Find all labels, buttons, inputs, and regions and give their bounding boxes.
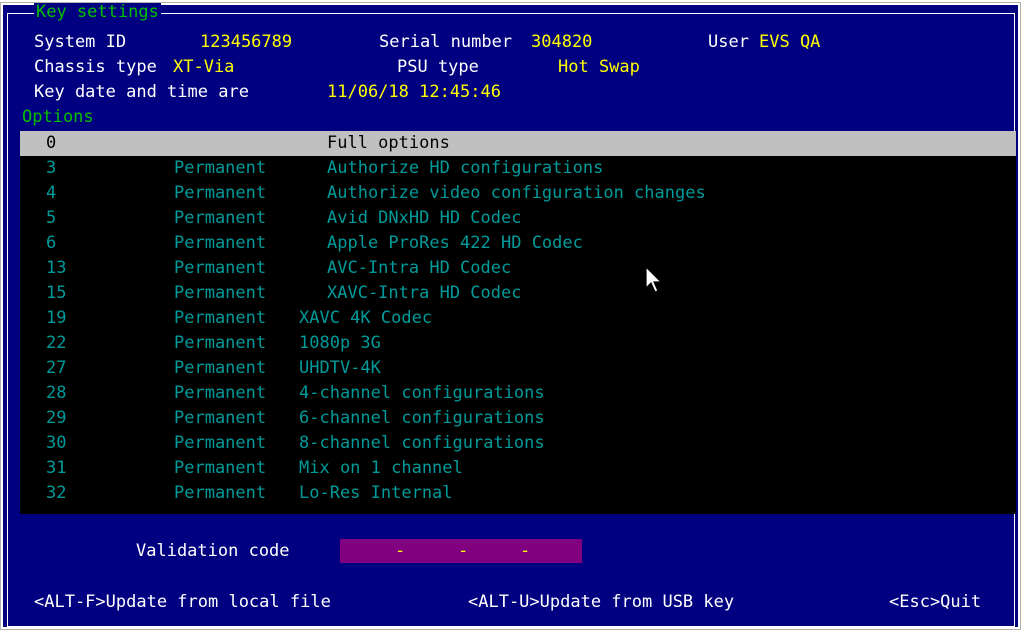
key-date-label: Key date and time are bbox=[34, 82, 249, 102]
option-name: XAVC-Intra HD Codec bbox=[327, 283, 522, 303]
options-legend: Options bbox=[20, 107, 96, 127]
validation-code-label: Validation code bbox=[136, 541, 290, 561]
option-number: 28 bbox=[46, 383, 67, 403]
option-row[interactable]: 22 Permanent 1080p 3G bbox=[20, 331, 1016, 356]
chassis-type-label: Chassis type bbox=[34, 57, 157, 77]
option-name: UHDTV-4K bbox=[299, 358, 381, 378]
option-number: 5 bbox=[46, 208, 57, 228]
option-number: 32 bbox=[46, 483, 67, 503]
system-id-label: System ID bbox=[34, 32, 127, 52]
option-row[interactable]: 13 Permanent AVC-Intra HD Codec bbox=[20, 256, 1016, 281]
option-number: 27 bbox=[46, 358, 67, 378]
options-list[interactable]: 0 Full options 3 Permanent Authorize HD conf… bbox=[20, 131, 1016, 514]
option-row[interactable]: 32 Permanent Lo-Res Internal bbox=[20, 481, 1016, 506]
option-number: 31 bbox=[46, 458, 67, 478]
option-name: Full options bbox=[327, 133, 450, 153]
option-name: 8-channel configurations bbox=[299, 433, 545, 453]
option-status: Permanent bbox=[174, 208, 267, 228]
option-status: Permanent bbox=[174, 483, 267, 503]
option-row[interactable]: 5 Permanent Avid DNxHD HD Codec bbox=[20, 206, 1016, 231]
validation-code-input[interactable]: - - - bbox=[340, 539, 582, 563]
option-number: 30 bbox=[46, 433, 67, 453]
option-status: Permanent bbox=[174, 358, 267, 378]
update-from-file-hotkey[interactable]: <ALT-F>Update from local file bbox=[34, 590, 331, 614]
option-number: 0 bbox=[46, 133, 57, 153]
option-status: Permanent bbox=[174, 458, 267, 478]
option-row[interactable]: 3 Permanent Authorize HD configurations bbox=[20, 156, 1016, 181]
option-number: 6 bbox=[46, 233, 57, 253]
option-status: Permanent bbox=[174, 283, 267, 303]
mouse-pointer-icon bbox=[645, 266, 663, 293]
option-name: Mix on 1 channel bbox=[299, 458, 463, 478]
option-status: Permanent bbox=[174, 383, 267, 403]
validation-dash: - bbox=[458, 541, 469, 561]
option-row[interactable]: 29 Permanent 6-channel configurations bbox=[20, 406, 1016, 431]
option-row[interactable]: 0 Full options bbox=[20, 131, 1016, 156]
option-name: 1080p 3G bbox=[299, 333, 381, 353]
option-status: Permanent bbox=[174, 258, 267, 278]
option-status: Permanent bbox=[174, 433, 267, 453]
option-number: 4 bbox=[46, 183, 57, 203]
option-status: Permanent bbox=[174, 233, 267, 253]
option-name: 4-channel configurations bbox=[299, 383, 545, 403]
option-row[interactable]: 19 Permanent XAVC 4K Codec bbox=[20, 306, 1016, 331]
serial-number-label: Serial number bbox=[379, 32, 513, 52]
key-settings-legend: Key settings bbox=[34, 2, 161, 22]
quit-hotkey[interactable]: <Esc>Quit bbox=[889, 590, 981, 614]
serial-number-value: 304820 bbox=[531, 32, 593, 52]
option-status: Permanent bbox=[174, 308, 267, 328]
option-name: Lo-Res Internal bbox=[299, 483, 453, 503]
option-status: Permanent bbox=[174, 408, 267, 428]
option-row[interactable]: 30 Permanent 8-channel configurations bbox=[20, 431, 1016, 456]
option-row[interactable]: 4 Permanent Authorize video configuration … bbox=[20, 181, 1016, 206]
option-number: 3 bbox=[46, 158, 57, 178]
option-row[interactable]: 28 Permanent 4-channel configurations bbox=[20, 381, 1016, 406]
option-row[interactable]: 31 Permanent Mix on 1 channel bbox=[20, 456, 1016, 481]
option-status: Permanent bbox=[174, 183, 267, 203]
option-name: Authorize HD configurations bbox=[327, 158, 604, 178]
option-number: 15 bbox=[46, 283, 67, 303]
option-name: Apple ProRes 422 HD Codec bbox=[327, 233, 583, 253]
option-name: XAVC 4K Codec bbox=[299, 308, 433, 328]
option-row[interactable]: 6 Permanent Apple ProRes 422 HD Codec bbox=[20, 231, 1016, 256]
system-id-value: 123456789 bbox=[200, 32, 293, 52]
option-name: Avid DNxHD HD Codec bbox=[327, 208, 522, 228]
user-label: User bbox=[708, 32, 749, 52]
psu-type-value: Hot Swap bbox=[558, 57, 640, 77]
option-row[interactable]: 15 Permanent XAVC-Intra HD Codec bbox=[20, 281, 1016, 306]
chassis-type-value: XT-Via bbox=[173, 57, 235, 77]
option-name: Authorize video configuration changes bbox=[327, 183, 706, 203]
option-number: 19 bbox=[46, 308, 67, 328]
option-status: Permanent bbox=[174, 333, 267, 353]
option-status: Permanent bbox=[174, 158, 267, 178]
validation-dash: - bbox=[395, 541, 406, 561]
validation-dash: - bbox=[520, 541, 531, 561]
option-name: AVC-Intra HD Codec bbox=[327, 258, 512, 278]
option-number: 13 bbox=[46, 258, 67, 278]
option-number: 22 bbox=[46, 333, 67, 353]
update-from-usb-hotkey[interactable]: <ALT-U>Update from USB key bbox=[468, 590, 734, 614]
option-row[interactable]: 27 Permanent UHDTV-4K bbox=[20, 356, 1016, 381]
key-date-value: 11/06/18 12:45:46 bbox=[327, 82, 501, 102]
psu-type-label: PSU type bbox=[397, 57, 479, 77]
user-value: EVS QA bbox=[759, 32, 821, 52]
option-name: 6-channel configurations bbox=[299, 408, 545, 428]
option-number: 29 bbox=[46, 408, 67, 428]
